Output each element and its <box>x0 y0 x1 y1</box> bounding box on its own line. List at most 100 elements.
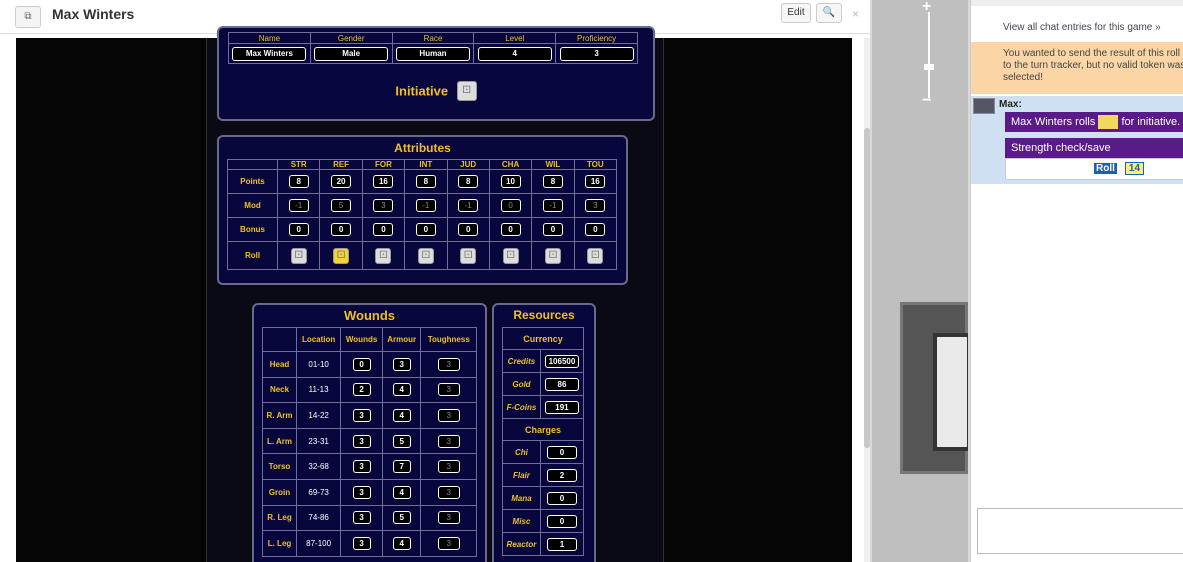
chat-message: Max: Max Winters rolls for initiative. S… <box>971 96 1183 184</box>
value-box[interactable]: 3 <box>352 485 371 499</box>
value-box[interactable]: 3 <box>437 485 460 499</box>
dice-button[interactable]: ⚀ <box>544 247 561 264</box>
value-box[interactable]: 7 <box>392 460 411 474</box>
dice-button[interactable]: ⚀ <box>375 247 392 264</box>
value-box[interactable]: 0 <box>288 223 309 236</box>
value-box[interactable]: 2 <box>352 383 371 397</box>
initiative-dice-button[interactable]: ⚀ <box>456 81 477 101</box>
value-box[interactable]: 16 <box>585 175 606 188</box>
character-field[interactable]: 4 <box>477 46 552 61</box>
resource-value[interactable]: 106500 <box>544 354 579 368</box>
value-box[interactable]: 0 <box>542 223 563 236</box>
value-box[interactable]: 3 <box>352 536 371 550</box>
value-box[interactable]: 3 <box>437 536 460 550</box>
dice-button[interactable]: ⚀ <box>417 247 434 264</box>
value-box[interactable]: 0 <box>458 223 479 236</box>
value-box[interactable]: -1 <box>458 199 479 212</box>
value-box[interactable]: 8 <box>288 175 309 188</box>
resource-value[interactable]: 0 <box>546 491 577 505</box>
value-cell: 0 <box>361 217 406 242</box>
value-box[interactable]: 3 <box>437 383 460 397</box>
value-box[interactable]: 3 <box>352 460 371 474</box>
value-cell: 3 <box>340 530 383 557</box>
location-range: 69-73 <box>295 478 342 506</box>
edit-button[interactable]: Edit <box>781 3 811 23</box>
search-button[interactable]: 🔍 <box>816 3 842 23</box>
map-token[interactable] <box>900 302 968 474</box>
value-box[interactable]: 8 <box>458 175 479 188</box>
dice-button[interactable]: ⚀ <box>587 247 604 264</box>
close-icon[interactable]: × <box>852 7 859 21</box>
value-box[interactable]: 10 <box>500 175 521 188</box>
character-field[interactable]: Male <box>314 46 389 61</box>
value-box[interactable]: 3 <box>437 460 460 474</box>
resource-value[interactable]: 0 <box>546 445 577 459</box>
value-box[interactable]: 0 <box>500 199 521 212</box>
scroll-thumb[interactable] <box>864 128 870 448</box>
dice-button[interactable]: ⚀ <box>333 247 350 264</box>
value-box[interactable]: 8 <box>415 175 436 188</box>
zoom-out-icon[interactable]: − <box>922 92 931 110</box>
value-box[interactable]: 3 <box>437 408 460 422</box>
roll-result[interactable]: 14 <box>1124 162 1145 175</box>
resource-value[interactable]: 86 <box>544 377 579 391</box>
value-box[interactable]: -1 <box>288 199 309 212</box>
value-box[interactable]: 4 <box>392 408 411 422</box>
value-box[interactable]: -1 <box>415 199 436 212</box>
value-box[interactable]: 3 <box>352 408 371 422</box>
value-box[interactable]: 5 <box>392 511 411 525</box>
value-box[interactable]: 5 <box>392 434 411 448</box>
character-field[interactable]: 3 <box>559 46 634 61</box>
character-field[interactable]: Max Winters <box>232 46 307 61</box>
value-box[interactable]: 4 <box>392 485 411 499</box>
initiative-roll-value[interactable] <box>1098 115 1119 130</box>
character-field[interactable]: Human <box>395 46 470 61</box>
value-box[interactable]: 16 <box>373 175 394 188</box>
value-box[interactable]: 3 <box>352 511 371 525</box>
map-canvas[interactable]: + − <box>872 0 968 562</box>
header-row: Location Wounds Armour Toughness <box>262 327 477 352</box>
value-box[interactable]: 20 <box>331 175 352 188</box>
resource-value[interactable]: 2 <box>546 468 577 482</box>
value-cell: 8 <box>446 169 490 194</box>
chat-input[interactable] <box>977 508 1183 554</box>
value-box[interactable]: 3 <box>392 357 411 371</box>
value-box[interactable]: 3 <box>585 199 606 212</box>
zoom-handle[interactable] <box>924 64 934 70</box>
value-cell: 4 <box>381 530 422 557</box>
resource-value[interactable]: 0 <box>546 514 577 528</box>
value-box[interactable]: 4 <box>392 536 411 550</box>
value-box[interactable]: 4 <box>392 383 411 397</box>
value-box[interactable]: 8 <box>542 175 563 188</box>
value-cell: -1 <box>531 193 575 218</box>
value-box[interactable]: 0 <box>331 223 352 236</box>
value-box[interactable]: 3 <box>437 357 460 371</box>
view-all-chat-link[interactable]: View all chat entries for this game » <box>1003 22 1161 33</box>
resource-value[interactable]: 1 <box>546 537 577 551</box>
value-box[interactable]: 5 <box>331 199 352 212</box>
value-box[interactable]: 0 <box>415 223 436 236</box>
dice-button[interactable]: ⚀ <box>460 247 477 264</box>
zoom-slider[interactable]: + − <box>922 0 936 112</box>
dice-button[interactable]: ⚀ <box>502 247 519 264</box>
value-box[interactable]: 3 <box>352 434 371 448</box>
value-box[interactable]: 0 <box>585 223 606 236</box>
value-box[interactable]: 0 <box>500 223 521 236</box>
body-part: R. Arm <box>262 402 297 429</box>
zoom-track <box>928 12 930 98</box>
attribute-header: STR <box>276 159 321 170</box>
resource-value[interactable]: 191 <box>544 400 579 414</box>
sheet-scrollbar[interactable] <box>864 38 870 562</box>
popout-icon: ⧉ <box>24 11 32 22</box>
popout-button[interactable]: ⧉ <box>15 6 41 28</box>
value-box[interactable]: 3 <box>437 511 460 525</box>
value-box[interactable]: -1 <box>542 199 563 212</box>
dice-button[interactable]: ⚀ <box>290 247 307 264</box>
value-box[interactable]: 0 <box>373 223 394 236</box>
value-box[interactable]: 0 <box>352 357 371 371</box>
roll-cell: ⚀ <box>573 241 618 270</box>
value-box[interactable]: 3 <box>373 199 394 212</box>
value-box[interactable]: 3 <box>437 434 460 448</box>
roll-template-title: Strength check/save <box>1005 138 1183 158</box>
avatar <box>973 98 995 114</box>
